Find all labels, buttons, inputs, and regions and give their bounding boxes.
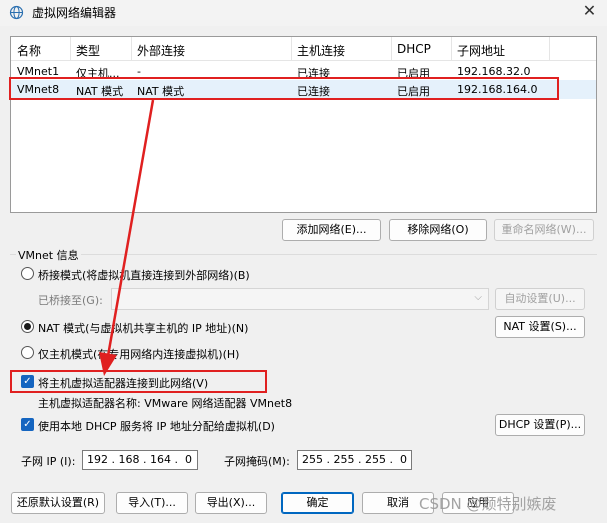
watermark: CSDN @颓特别嫉废 <box>419 495 557 513</box>
annotation-arrow <box>99 99 155 376</box>
